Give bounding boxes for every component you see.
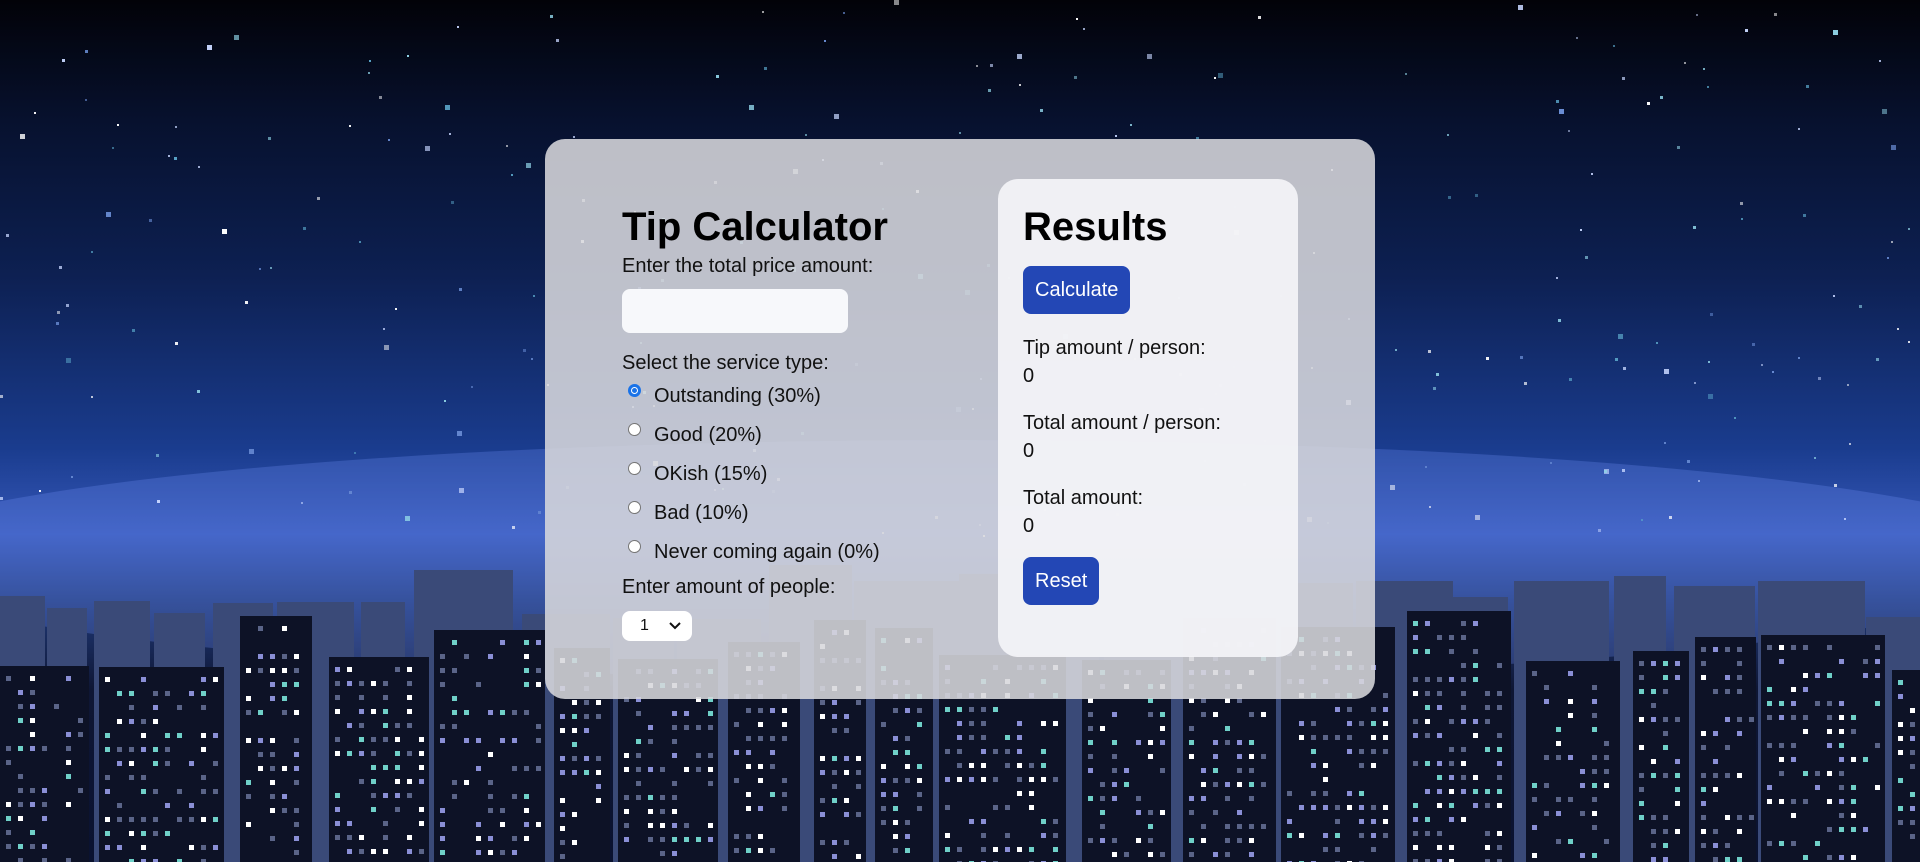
input-section: Tip Calculator Enter the total price amo… (622, 203, 952, 641)
service-option-never[interactable]: Never coming again (0%) (628, 537, 952, 576)
people-select-value: 1 (640, 617, 649, 634)
calculate-button[interactable]: Calculate (1023, 266, 1131, 314)
calculator-card: Tip Calculator Enter the total price amo… (545, 139, 1375, 699)
total-per-person-label: Total amount / person: (1023, 412, 1221, 434)
service-options: Outstanding (30%) Good (20%) OKish (15%)… (622, 381, 952, 576)
tip-per-person-value: 0 (1023, 365, 1035, 387)
radio-outstanding[interactable] (628, 384, 641, 397)
service-option-okish[interactable]: OKish (15%) (628, 459, 952, 498)
results-panel: Results Calculate Tip amount / person: 0… (998, 179, 1298, 657)
total-per-person-value: 0 (1023, 440, 1035, 462)
price-label: Enter the total price amount: (622, 255, 874, 277)
people-label: Enter amount of people: (622, 576, 836, 598)
radio-never[interactable] (628, 540, 641, 553)
price-input[interactable] (622, 289, 848, 333)
service-option-label: OKish (15%) (654, 463, 768, 485)
chevron-down-icon (669, 622, 681, 630)
radio-okish[interactable] (628, 462, 641, 475)
reset-button[interactable]: Reset (1023, 557, 1100, 605)
service-label: Select the service type: (622, 352, 829, 374)
service-option-label: Never coming again (0%) (654, 541, 880, 563)
results-title: Results (1023, 205, 1168, 249)
people-select[interactable]: 1 (622, 611, 692, 641)
total-amount-label: Total amount: (1023, 487, 1144, 509)
radio-good[interactable] (628, 423, 641, 436)
total-amount-value: 0 (1023, 515, 1035, 537)
tip-per-person-label: Tip amount / person: (1023, 337, 1206, 359)
service-option-label: Good (20%) (654, 424, 762, 446)
service-option-bad[interactable]: Bad (10%) (628, 498, 952, 537)
service-option-label: Bad (10%) (654, 502, 749, 524)
service-option-label: Outstanding (30%) (654, 385, 821, 407)
service-option-good[interactable]: Good (20%) (628, 420, 952, 459)
service-option-outstanding[interactable]: Outstanding (30%) (628, 381, 952, 420)
radio-bad[interactable] (628, 501, 641, 514)
calculator-title: Tip Calculator (622, 205, 888, 249)
